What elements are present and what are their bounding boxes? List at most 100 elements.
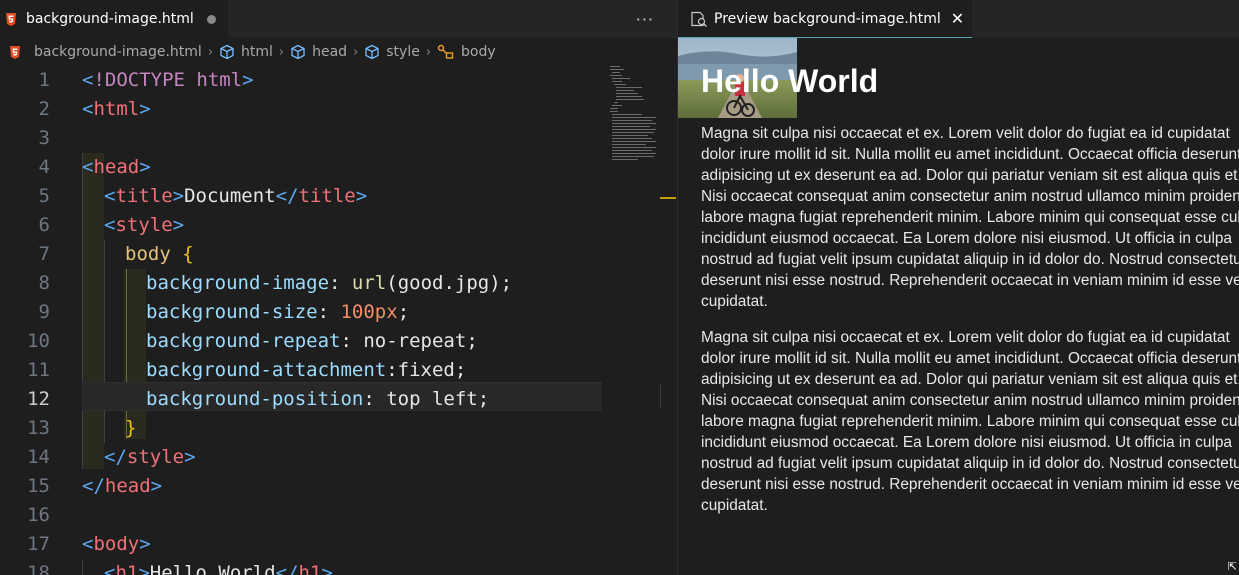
minimap-line bbox=[612, 144, 646, 145]
minimap[interactable] bbox=[604, 66, 660, 186]
minimap-line bbox=[612, 135, 648, 136]
preview-heading: Hello World bbox=[701, 63, 879, 99]
code-line: 17 <body> bbox=[0, 530, 604, 559]
line-number: 3 bbox=[38, 127, 50, 149]
minimap-line bbox=[612, 126, 650, 127]
minimap-line bbox=[612, 141, 656, 142]
line-number: 4 bbox=[38, 156, 50, 178]
minimap-line bbox=[612, 129, 656, 130]
more-actions-icon[interactable]: ··· bbox=[636, 10, 654, 29]
code-line: 2 <html> bbox=[0, 95, 604, 124]
chevron-right-icon: › bbox=[278, 44, 285, 60]
minimap-line bbox=[610, 75, 622, 76]
token: 100px bbox=[340, 301, 398, 323]
token: no-repeat bbox=[363, 330, 467, 352]
chevron-right-icon: › bbox=[425, 44, 432, 60]
minimap-line bbox=[616, 87, 642, 88]
code-line: 6 <style> bbox=[0, 211, 604, 240]
minimap-line bbox=[610, 108, 618, 109]
minimap-line bbox=[612, 156, 654, 157]
breadcrumb-body-label: body bbox=[461, 44, 496, 60]
minimap-line bbox=[612, 117, 656, 118]
code-line: 10 background-repeat: no-repeat; bbox=[0, 327, 604, 356]
line-number: 18 bbox=[27, 562, 50, 575]
token: background-size bbox=[146, 301, 318, 323]
line-number: 2 bbox=[38, 98, 50, 120]
chevron-right-icon: › bbox=[207, 44, 214, 60]
minimap-line bbox=[612, 78, 630, 79]
preview-pane: Preview background-image.html ✕ Hello Wo… bbox=[678, 0, 1239, 575]
unsaved-dot-icon[interactable] bbox=[206, 14, 216, 24]
code-area[interactable]: 1 <!DOCTYPE html> 2 <html> 3 4 <head> 5 <tit… bbox=[0, 66, 604, 575]
code-line: 13} bbox=[0, 414, 604, 443]
preview-tab-bar: Preview background-image.html ✕ bbox=[678, 0, 1239, 38]
editor-tab-label: background-image.html bbox=[26, 11, 194, 27]
line-number: 9 bbox=[38, 301, 50, 323]
token: Hello World bbox=[149, 562, 276, 575]
breadcrumb-html[interactable]: html bbox=[219, 44, 273, 60]
breadcrumb-body[interactable]: body bbox=[437, 44, 496, 60]
minimap-line bbox=[612, 81, 622, 82]
code-line: 18 <h1>Hello World</h1> bbox=[0, 559, 604, 575]
line-number: 1 bbox=[38, 69, 50, 91]
code-line: 4 <head> bbox=[0, 153, 604, 182]
minimap-line bbox=[612, 153, 656, 154]
code-line: 7 body { bbox=[0, 240, 604, 269]
minimap-line bbox=[610, 111, 618, 112]
breadcrumb-head-label: head bbox=[312, 44, 348, 60]
minimap-line bbox=[610, 66, 620, 67]
breadcrumb-file-label: background-image.html bbox=[34, 44, 202, 60]
cube-icon bbox=[220, 44, 234, 60]
token: html bbox=[93, 98, 140, 120]
code-line: 5 <title>Document</title> bbox=[0, 182, 604, 211]
line-number: 17 bbox=[27, 533, 50, 555]
minimap-line bbox=[612, 120, 652, 121]
minimap-line bbox=[610, 69, 624, 70]
cube-icon bbox=[365, 44, 379, 60]
minimap-line bbox=[612, 72, 620, 73]
token: title bbox=[115, 185, 173, 207]
editor-pane: background-image.html ··· background-ima… bbox=[0, 0, 678, 575]
breadcrumb-head[interactable]: head bbox=[290, 44, 347, 60]
line-number: 8 bbox=[38, 272, 50, 294]
scrollbar-cursor-marker bbox=[660, 384, 661, 408]
token: h1 bbox=[298, 562, 322, 575]
token: !DOCTYPE bbox=[93, 69, 185, 91]
code-line: 16 bbox=[0, 501, 604, 530]
resize-corner-icon[interactable]: ⇱ bbox=[1228, 560, 1237, 573]
scroll-position-marker bbox=[660, 197, 676, 199]
editor-tab[interactable]: background-image.html bbox=[0, 0, 228, 38]
minimap-line bbox=[614, 84, 626, 85]
breadcrumb-style[interactable]: style bbox=[364, 44, 420, 60]
line-number: 11 bbox=[27, 359, 50, 381]
line-number: 12 bbox=[27, 388, 50, 410]
cube-icon bbox=[291, 44, 305, 60]
minimap-line bbox=[612, 114, 642, 115]
css-rule-icon bbox=[437, 44, 454, 59]
line-number: 16 bbox=[27, 504, 50, 526]
token: style bbox=[126, 446, 185, 468]
preview-paragraph: Magna sit culpa nisi occaecat et ex. Lor… bbox=[701, 329, 1239, 514]
minimap-line bbox=[612, 105, 622, 106]
html5-file-icon bbox=[6, 12, 16, 26]
code-line: 15 </head> bbox=[0, 472, 604, 501]
preview-tab[interactable]: Preview background-image.html ✕ bbox=[678, 0, 972, 38]
line-number: 15 bbox=[27, 475, 50, 497]
code-line: 14 </style> bbox=[0, 443, 604, 472]
line-number: 10 bbox=[27, 330, 50, 352]
preview-content: Hello World Magna sit culpa nisi occaeca… bbox=[678, 38, 1239, 575]
breadcrumb-html-label: html bbox=[241, 44, 273, 60]
minimap-line bbox=[616, 93, 638, 94]
line-number: 7 bbox=[38, 243, 50, 265]
minimap-line bbox=[612, 159, 638, 160]
editor-tab-bar: background-image.html ··· bbox=[0, 0, 677, 38]
token: Document bbox=[184, 185, 276, 207]
token: good.jpg bbox=[397, 272, 490, 294]
line-number: 5 bbox=[38, 185, 50, 207]
close-tab-icon[interactable]: ✕ bbox=[951, 9, 964, 28]
preview-paragraph: Magna sit culpa nisi occaecat et ex. Lor… bbox=[701, 125, 1239, 310]
breadcrumb-file[interactable]: background-image.html bbox=[10, 44, 202, 60]
token: url bbox=[351, 272, 387, 294]
token: h1 bbox=[115, 562, 139, 575]
breadcrumb-style-label: style bbox=[386, 44, 420, 60]
